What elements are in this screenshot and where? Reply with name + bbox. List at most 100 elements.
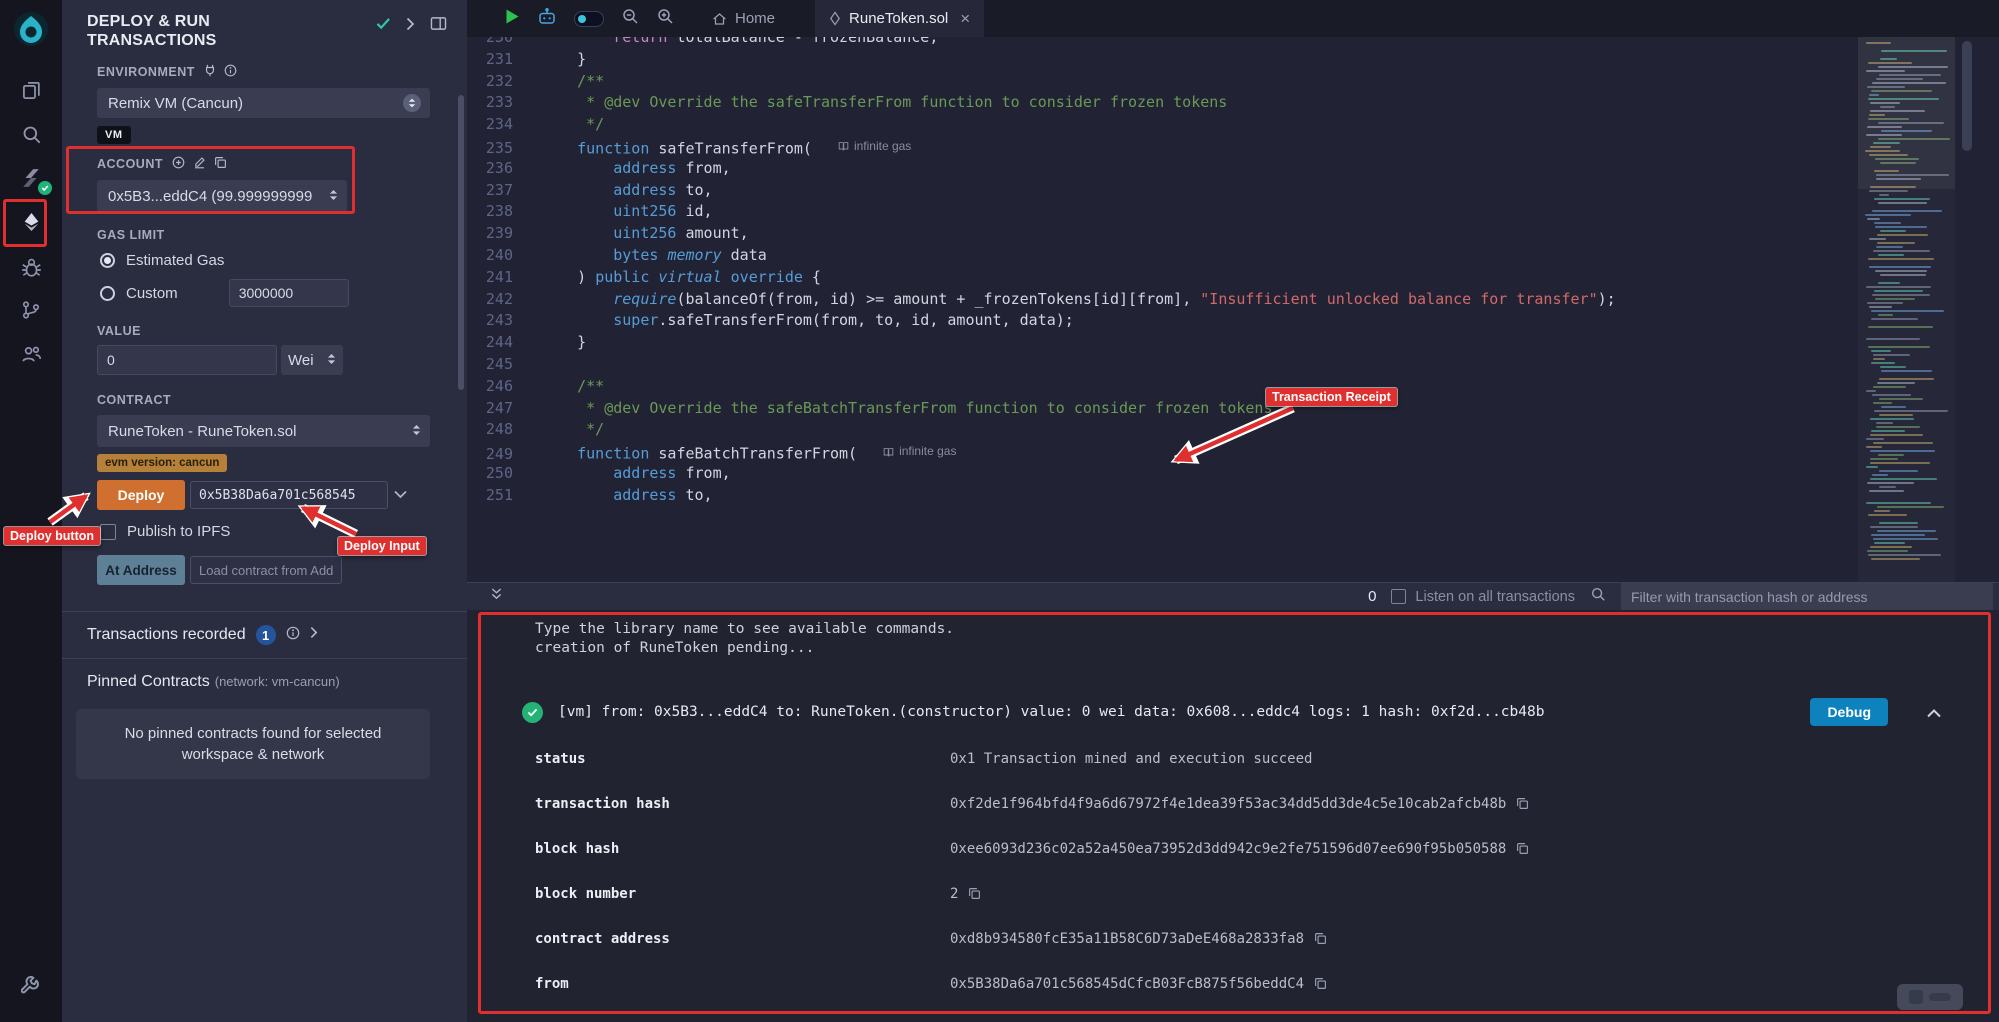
fork-state-icon[interactable] [204,64,216,80]
gas-custom-radio[interactable] [100,286,115,301]
minimap[interactable] [1858,37,1955,582]
receipt-collapse-icon[interactable] [1927,703,1941,722]
terminal-filter-input[interactable] [1621,583,1993,611]
value-unit-select[interactable]: Wei [281,345,343,375]
remix-ai-icon[interactable] [537,8,557,30]
line-number: 243 [467,310,513,332]
line-number: 247 [467,398,513,420]
panel-pin-chevron-icon[interactable] [406,17,415,36]
copy-icon[interactable] [1516,797,1529,810]
debugger-icon[interactable] [9,244,53,288]
receipt-value: 0x1 Transaction mined and execution succ… [950,751,1312,767]
line-number: 232 [467,71,513,93]
gas-custom-label: Custom [126,285,178,302]
receipt-value: 2 [950,886,981,902]
value-input[interactable] [97,345,277,375]
panel-title: DEPLOY & RUN TRANSACTIONS [87,12,277,50]
publish-checkbox[interactable] [100,524,116,540]
run-script-icon[interactable] [505,8,520,30]
transactions-recorded-section[interactable]: Transactions recorded 1 [62,612,467,658]
terminal-search-icon[interactable] [1590,586,1606,607]
panel-status-check-icon [376,17,391,35]
account-select[interactable]: 0x5B3...eddC4 (99.999999999 [97,180,347,212]
sign-message-icon[interactable] [193,156,206,172]
vm-badge: VM [97,126,131,144]
code-line: 250 address from, [467,463,1616,485]
terminal[interactable]: Type the library name to see available c… [467,610,1999,1022]
listen-label: Listen on all transactions [1415,589,1575,605]
contract-stepper-icon [412,423,421,440]
line-number: 237 [467,180,513,202]
remix-logo-icon[interactable] [10,8,52,50]
contract-select[interactable]: RuneToken - RuneToken.sol [97,415,430,447]
receipt-row: status0x1 Transaction mined and executio… [467,736,1999,781]
at-address-input[interactable] [190,556,342,584]
gas-estimated-option[interactable]: Estimated Gas [100,252,430,269]
gas-estimated-label: Estimated Gas [126,252,224,269]
publish-to-ipfs-option[interactable]: Publish to IPFS [100,523,467,540]
pinned-contracts-empty-state: No pinned contracts found for selected w… [76,709,430,779]
debug-button[interactable]: Debug [1810,698,1888,726]
line-number: 242 [467,289,513,311]
line-number: 233 [467,92,513,114]
code-line: 236 address from, [467,158,1616,180]
panel-layout-icon[interactable] [430,16,447,36]
gas-estimated-radio[interactable] [100,253,115,268]
gas-custom-input[interactable] [229,279,349,307]
transactions-info-icon[interactable] [286,626,300,645]
settings-icon[interactable] [9,964,53,1008]
code-editor[interactable]: 230 return totalBalance - frozenBalance;… [467,37,1999,582]
deploy-input[interactable] [190,481,388,509]
tx-success-icon [522,702,543,723]
transaction-receipt-summary[interactable]: [vm] from: 0x5B3...eddC4 to: RuneToken.(… [522,698,1941,726]
tab-home[interactable]: Home [698,0,789,37]
create-account-icon[interactable] [172,156,185,172]
receipt-key: transaction hash [535,796,950,812]
terminal-collapse-icon[interactable] [489,587,504,606]
pinned-contracts-title: Pinned Contracts [87,673,210,690]
line-number: 234 [467,114,513,136]
code-line: 241 ) public virtual override { [467,267,1616,289]
receipt-value: 0xf2de1f964bfd4f9a6d67972f4e1dea39f53ac3… [950,796,1529,812]
deploy-expand-caret-icon[interactable] [394,486,407,504]
panel-scrollbar[interactable] [458,95,464,390]
copy-icon[interactable] [968,887,981,900]
code-line: 235 function safeTransferFrom(infinite g… [467,136,1616,158]
copy-account-icon[interactable] [214,156,227,172]
file-explorer-icon[interactable] [9,68,53,112]
at-address-button[interactable]: At Address [97,555,185,585]
code-line: 239 uint256 amount, [467,223,1616,245]
line-number: 236 [467,158,513,180]
copy-icon[interactable] [1314,932,1327,945]
pinned-contracts-header: Pinned Contracts(network: vm-cancun) [62,659,467,691]
plugin-manager-icon[interactable] [9,332,53,376]
listen-all-transactions-option[interactable]: Listen on all transactions [1391,589,1575,605]
line-number: 239 [467,223,513,245]
editor-scrollbar[interactable] [1962,41,1972,151]
line-number: 230 [467,37,513,49]
copy-icon[interactable] [1314,977,1327,990]
search-icon[interactable] [9,112,53,156]
deploy-and-run-icon[interactable] [9,200,53,244]
receipt-key: block hash [535,841,950,857]
icon-rail [0,0,62,1022]
deploy-button[interactable]: Deploy [97,480,185,510]
tab-close-icon[interactable]: × [960,10,970,27]
main-area: Home RuneToken.sol × 230 return totalBal… [467,0,1999,1022]
code-line: 244 } [467,332,1616,354]
copy-icon[interactable] [1516,842,1529,855]
zoom-in-icon[interactable] [656,7,674,30]
code-line: 249 function safeBatchTransferFrom(infin… [467,441,1616,463]
zoom-out-icon[interactable] [621,7,639,30]
copilot-toggle[interactable] [574,11,604,27]
tab-runetoken[interactable]: RuneToken.sol × [815,0,984,37]
gas-custom-option[interactable]: Custom [100,279,430,307]
transactions-expand-chevron-icon[interactable] [310,626,318,644]
solidity-compiler-icon[interactable] [9,156,53,200]
environment-info-icon[interactable] [224,64,237,80]
git-icon[interactable] [9,288,53,332]
environment-select[interactable]: Remix VM (Cancun) [97,88,430,118]
listen-checkbox[interactable] [1391,589,1406,604]
code-line: 248 */ [467,419,1616,441]
code-line: 243 super.safeTransferFrom(from, to, id,… [467,310,1616,332]
